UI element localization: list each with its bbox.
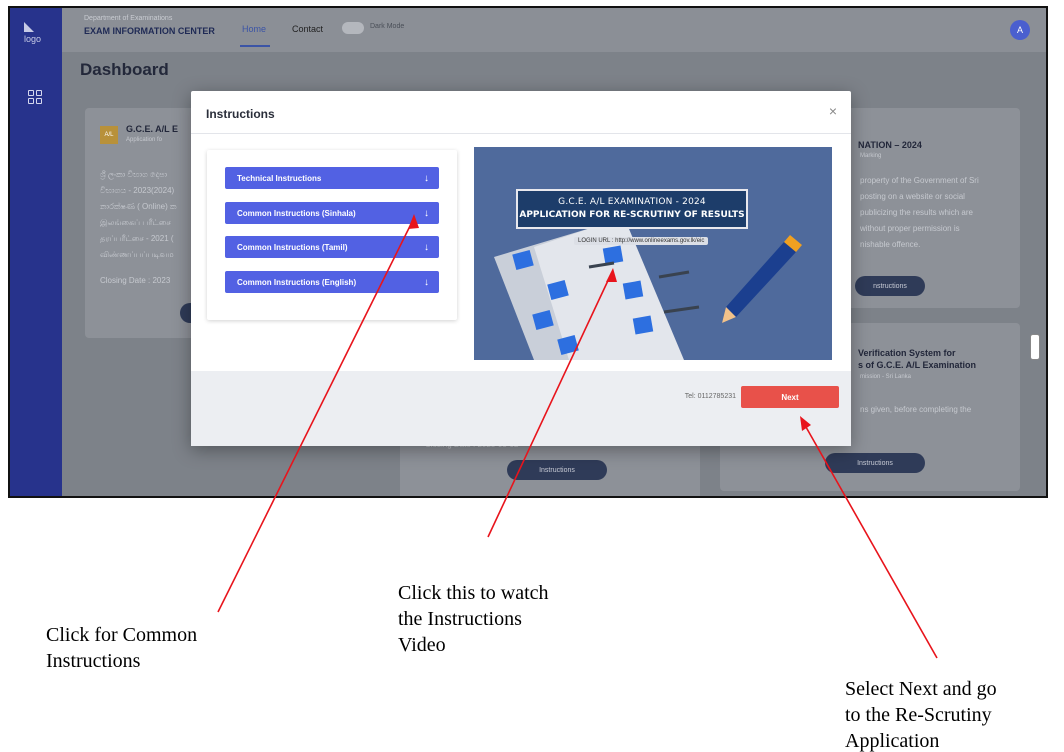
caption-line: Application (845, 730, 940, 752)
caption-line: Select Next and go (845, 678, 997, 700)
caption-line: Click this to watch (398, 582, 549, 604)
caption-next: Select Next and go to the Re-Scrutiny Ap… (845, 676, 997, 752)
caption-line: the Instructions (398, 608, 522, 630)
arrow-line-next (801, 419, 938, 659)
arrowhead-icon (606, 268, 617, 282)
arrow-line-video (487, 271, 613, 538)
caption-line: to the Re-Scrutiny (845, 704, 992, 726)
caption-line: Click for Common (46, 624, 198, 646)
arrowhead-icon (800, 416, 811, 431)
arrowhead-icon (408, 214, 419, 229)
arrow-line-common (217, 217, 415, 613)
caption-common-instructions: Click for Common Instructions (46, 622, 197, 674)
caption-line: Video (398, 634, 446, 656)
caption-instructions-video: Click this to watch the Instructions Vid… (398, 580, 549, 658)
caption-line: Instructions (46, 650, 141, 672)
tutorial-figure: logo Department of Examinations EXAM INF… (0, 0, 1064, 752)
